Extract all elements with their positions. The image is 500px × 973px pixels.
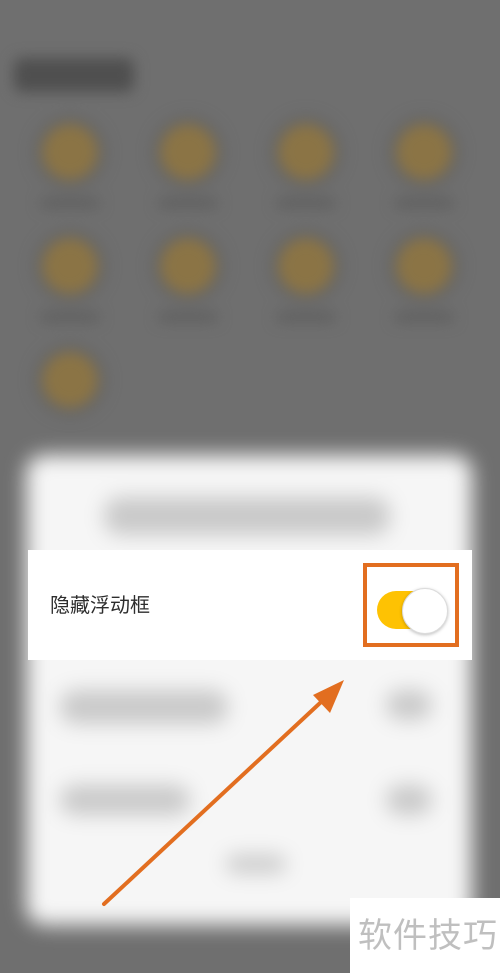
blurred-label — [158, 198, 218, 208]
blurred-app-icon — [42, 352, 98, 408]
blurred-app-icon — [160, 238, 216, 294]
blurred-label — [394, 312, 454, 322]
toggle-knob — [402, 588, 448, 634]
blurred-sheet-title — [104, 497, 390, 535]
blurred-label — [40, 312, 100, 322]
hide-floating-box-toggle[interactable] — [377, 588, 448, 634]
blurred-header — [14, 58, 134, 92]
blurred-setting-label — [60, 785, 190, 815]
blurred-setting-label — [60, 690, 228, 724]
blurred-setting-toggle — [386, 785, 432, 815]
blurred-label — [276, 198, 336, 208]
hide-floating-box-label: 隐藏浮动框 — [50, 593, 150, 617]
blurred-footer — [226, 855, 286, 873]
blurred-setting-toggle — [386, 690, 432, 720]
blurred-bottom-sheet — [26, 455, 472, 925]
blurred-app-icon — [42, 238, 98, 294]
blurred-app-icon — [396, 238, 452, 294]
blurred-app-icon — [278, 238, 334, 294]
blurred-app-icon — [42, 124, 98, 180]
blurred-label — [40, 198, 100, 208]
blurred-app-icon — [278, 124, 334, 180]
watermark: 软件技巧 — [350, 898, 500, 973]
blurred-app-icon — [396, 124, 452, 180]
blurred-label — [158, 312, 218, 322]
blurred-label — [394, 198, 454, 208]
blurred-label — [276, 312, 336, 322]
blurred-app-icon — [160, 124, 216, 180]
watermark-text: 软件技巧 — [358, 916, 498, 956]
